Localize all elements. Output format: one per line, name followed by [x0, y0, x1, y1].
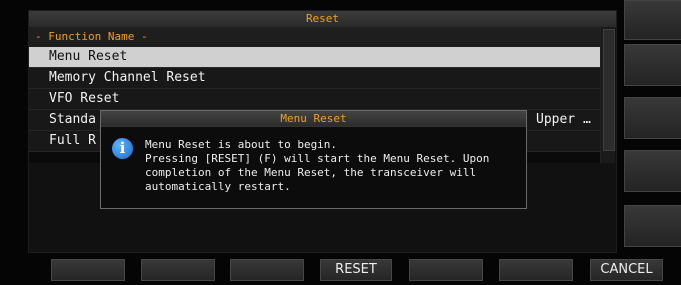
- reset-button[interactable]: RESET: [320, 259, 392, 281]
- dialog-message-line-3: completion of the Menu Reset, the transc…: [145, 166, 477, 179]
- soft-key-f2[interactable]: [141, 259, 215, 281]
- list-item-label: VFO Reset: [49, 91, 120, 106]
- side-key-3[interactable]: [624, 97, 681, 139]
- side-key-2[interactable]: [624, 44, 681, 86]
- soft-key-f5[interactable]: [409, 259, 483, 281]
- info-icon: i: [112, 138, 133, 159]
- list-item-menu-reset[interactable]: Menu Reset: [29, 47, 600, 68]
- list-scrollbar[interactable]: [600, 27, 615, 163]
- side-key-1[interactable]: [624, 0, 681, 40]
- column-header-label: - Function Name -: [35, 30, 148, 43]
- column-header: - Function Name -: [29, 27, 600, 47]
- cancel-button[interactable]: CANCEL: [590, 259, 663, 281]
- soft-key-f3[interactable]: [230, 259, 304, 281]
- transceiver-screen: Reset - Function Name - Menu Reset Memor…: [0, 0, 681, 285]
- menu-reset-dialog: Menu Reset i Menu Reset is about to begi…: [100, 110, 527, 209]
- soft-key-f1[interactable]: [51, 259, 125, 281]
- list-item-label: Full R: [49, 133, 96, 148]
- list-item-label: Memory Channel Reset: [49, 70, 206, 85]
- dialog-message-line-1: Menu Reset is about to begin.: [145, 138, 338, 151]
- side-key-5[interactable]: [624, 205, 681, 247]
- dialog-message-line-2: Pressing [RESET] (F) will start the Menu…: [145, 152, 490, 165]
- list-item-value: Upper …: [536, 112, 591, 127]
- panel-title: Reset: [29, 11, 616, 28]
- list-item-label: Standa: [49, 112, 96, 127]
- dialog-title: Menu Reset: [101, 111, 526, 127]
- list-item-memory-channel-reset[interactable]: Memory Channel Reset: [29, 68, 600, 89]
- list-item-vfo-reset[interactable]: VFO Reset: [29, 89, 600, 110]
- dialog-message-line-4: automatically restart.: [145, 180, 291, 193]
- list-item-label: Menu Reset: [49, 49, 128, 64]
- side-key-4[interactable]: [624, 150, 681, 192]
- soft-key-f6[interactable]: [499, 259, 573, 281]
- scrollbar-thumb[interactable]: [603, 29, 615, 151]
